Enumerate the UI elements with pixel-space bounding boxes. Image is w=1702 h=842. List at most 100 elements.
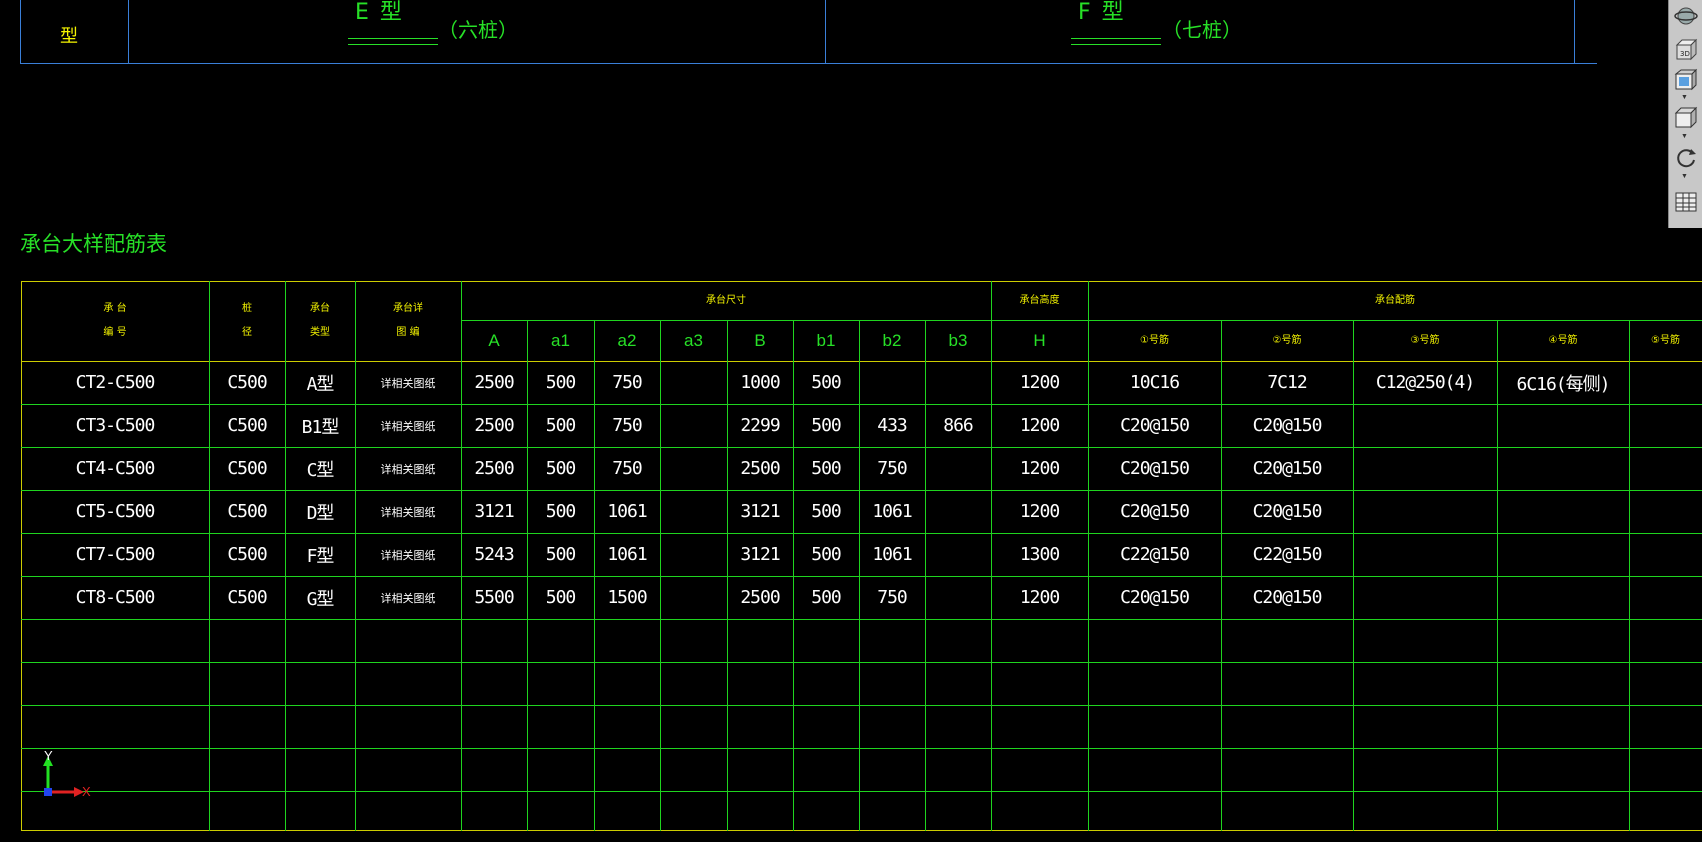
ucs-y-label: Y [44, 748, 53, 763]
table-cell-r4 [1497, 490, 1629, 533]
header-rebar-group: 承台配筋 [1375, 294, 1415, 306]
table-cell-a2: 750 [612, 458, 643, 479]
table-cell-a1: 500 [545, 544, 577, 565]
table-cell-r5 [1629, 447, 1702, 490]
table-cell-A: 5500 [474, 587, 514, 608]
table-cell-r2: 7C12 [1267, 372, 1307, 393]
table-cell-r2: C20@150 [1252, 458, 1323, 479]
table-cell-r1: C22@150 [1120, 544, 1190, 565]
table-cell-r1: 10C16 [1129, 372, 1180, 393]
table-cell-a3 [660, 576, 727, 619]
table-cell-detail: 详相关图纸 [380, 591, 436, 605]
top-frame-left-line [20, 0, 21, 64]
table-cell-r3 [1353, 576, 1497, 619]
header-size-group: 承台尺寸 [706, 294, 746, 306]
table-cell-H: 1200 [1019, 587, 1060, 608]
named-views-icon[interactable] [1673, 190, 1699, 214]
table-cell-a1: 500 [545, 415, 577, 436]
table-cell-code: CT8-C500 [75, 587, 156, 608]
header-cap-code: 承 台编 号 [21, 281, 209, 361]
chevron-down-icon[interactable]: ▼ [1681, 94, 1688, 101]
table-cell-a1: 500 [545, 458, 577, 479]
header-cap-code-line2: 编 号 [103, 327, 127, 338]
chevron-down-icon[interactable]: ▼ [1681, 133, 1688, 140]
table-cell-pile: C500 [227, 587, 267, 608]
table-cell-type: B1型 [301, 416, 340, 438]
table-cell-b1: 500 [811, 372, 842, 393]
header-cap-type-line2: 类型 [310, 327, 330, 338]
table-cell-H: 1200 [1019, 458, 1060, 479]
table-cell-b1: 500 [811, 415, 842, 436]
table-cell-a1: 500 [545, 587, 577, 608]
header-pile-dia: 桩径 [209, 281, 285, 361]
table-cell-detail: 详相关图纸 [380, 505, 436, 519]
table-cell-b3 [925, 490, 991, 533]
table-cell-r1: C20@150 [1120, 415, 1190, 436]
table-cell-pile: C500 [227, 544, 267, 565]
table-cell-B: 2500 [740, 587, 780, 608]
table-cell-code: CT2-C500 [75, 372, 156, 393]
table-cell-a3 [660, 447, 727, 490]
table-cell-r5 [1629, 533, 1702, 576]
header-rebar-3: ③号筋 [1410, 334, 1440, 346]
header-rebar-4: ④号筋 [1548, 334, 1578, 346]
table-cell-a2: 750 [612, 372, 643, 393]
view-cube-iso-icon[interactable] [1673, 106, 1699, 130]
table-cell-B: 3121 [740, 501, 780, 522]
table-cell-A: 2500 [474, 458, 514, 479]
table-cell-r3 [1353, 490, 1497, 533]
table-cell-r2: C20@150 [1252, 587, 1323, 608]
table-cell-type: D型 [306, 502, 335, 524]
chevron-down-icon[interactable]: ▼ [1681, 173, 1688, 180]
table-cell-b2 [859, 361, 925, 404]
table-cell-A: 3121 [474, 501, 514, 522]
table-cell-pile: C500 [227, 372, 267, 393]
table-cell-H: 1200 [1019, 501, 1060, 522]
top-frame-bottom-line [20, 63, 1597, 64]
table-cell-pile: C500 [227, 501, 267, 522]
table-cell-A: 5243 [474, 544, 514, 565]
orbit-globe-icon[interactable] [1673, 4, 1699, 28]
header-detail-ref-line1: 承台详 [393, 303, 423, 314]
table-cell-pile: C500 [227, 458, 267, 479]
header-pile-dia-line1: 桩 [242, 303, 252, 314]
table-cell-H: 1200 [1019, 415, 1060, 436]
table-cell-r3 [1353, 404, 1497, 447]
table-cell-code: CT4-C500 [75, 458, 156, 479]
table-cell-a3 [660, 361, 727, 404]
table-cell-r2: C20@150 [1252, 415, 1323, 436]
table-cell-b2: 750 [877, 458, 908, 479]
header-dim-a2: a2 [617, 330, 637, 350]
type-f-title: F 型 [1078, 0, 1126, 25]
table-row-line [21, 791, 1702, 792]
view-cube-front-icon[interactable] [1673, 68, 1699, 92]
table-cell-b1: 500 [811, 544, 842, 565]
table-cell-b3 [925, 447, 991, 490]
table-cell-detail: 详相关图纸 [380, 419, 436, 433]
refresh-orbit-icon[interactable] [1673, 146, 1699, 170]
table-cell-r4 [1497, 447, 1629, 490]
table-cell-detail: 详相关图纸 [380, 376, 436, 390]
table-cell-a1: 500 [545, 501, 577, 522]
table-cell-r4 [1497, 404, 1629, 447]
table-cell-type: F型 [306, 545, 335, 567]
header-dim-A: A [488, 330, 500, 350]
table-cell-b3 [925, 576, 991, 619]
table-cell-b3 [925, 361, 991, 404]
view-3d-label: 3D [1680, 50, 1690, 58]
table-cell-r4 [1497, 576, 1629, 619]
table-cell-r2: C20@150 [1252, 501, 1323, 522]
table-row-line [21, 748, 1702, 749]
header-dim-b2: b2 [882, 330, 902, 350]
table-cell-b2: 1061 [872, 544, 912, 565]
table-cell-a2: 1061 [607, 501, 647, 522]
table-cell-r5 [1629, 490, 1702, 533]
table-cell-r2: C22@150 [1252, 544, 1323, 565]
header-cap-type-line1: 承台 [310, 303, 330, 314]
table-cell-a2: 1500 [607, 587, 647, 608]
table-cell-code: CT3-C500 [75, 415, 156, 436]
view-3d-icon[interactable]: 3D [1673, 38, 1699, 62]
table-cell-r3 [1353, 533, 1497, 576]
type-f-underline [1071, 38, 1161, 45]
table-cell-B: 2299 [740, 415, 780, 436]
